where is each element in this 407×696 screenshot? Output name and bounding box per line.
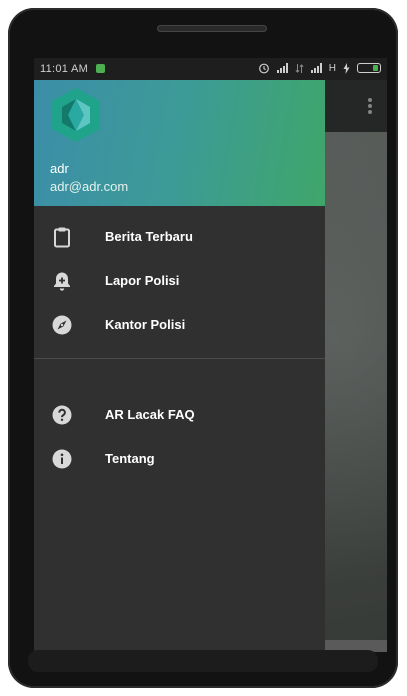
drawer-item-kantor-polisi[interactable]: Kantor Polisi [34, 303, 325, 347]
drawer-item-label: Tentang [105, 451, 155, 466]
charging-icon [343, 62, 350, 74]
clipboard-icon [54, 227, 70, 248]
status-time: 11:01 AM [40, 63, 89, 75]
network-type-label: H [328, 62, 336, 74]
status-bar: 11:01 AM H [34, 58, 387, 80]
help-circle-icon [52, 405, 72, 425]
phone-speaker [157, 25, 267, 32]
drawer-menu: Berita Terbaru Lapor Polisi Kantor Polis… [34, 206, 325, 481]
device-screen: 11:01 AM H adr adr@adr.com Berita Terbar… [34, 58, 387, 652]
drawer-item-label: AR Lacak FAQ [105, 407, 195, 422]
drawer-header: adr adr@adr.com [34, 80, 325, 206]
signal-strength-1-icon [276, 63, 288, 73]
navigation-drawer: adr adr@adr.com Berita Terbaru Lapor Pol… [34, 80, 325, 652]
drawer-item-lapor-polisi[interactable]: Lapor Polisi [34, 259, 325, 303]
drawer-item-tentang[interactable]: Tentang [34, 437, 325, 481]
drawer-item-berita-terbaru[interactable]: Berita Terbaru [34, 215, 325, 259]
alarm-icon [258, 63, 269, 74]
status-indicators: H [258, 62, 381, 74]
data-transfer-icon [295, 63, 304, 73]
drawer-item-label: Berita Terbaru [105, 229, 193, 244]
drawer-user-email: adr@adr.com [50, 179, 129, 194]
drawer-item-ar-lacak-faq[interactable]: AR Lacak FAQ [34, 393, 325, 437]
drawer-user-name: adr [50, 161, 69, 176]
phone-frame: 11:01 AM H adr adr@adr.com Berita Terbar… [8, 8, 398, 688]
app-logo-icon [52, 88, 100, 142]
drawer-item-label: Lapor Polisi [105, 273, 180, 288]
phone-bottom-bezel [28, 650, 378, 672]
battery-icon [357, 63, 381, 73]
signal-strength-2-icon [310, 63, 322, 73]
drawer-item-label: Kantor Polisi [105, 317, 186, 332]
notification-app-icon [96, 64, 105, 73]
compass-icon [52, 315, 72, 335]
bell-plus-icon [54, 272, 70, 291]
info-icon [52, 449, 72, 469]
